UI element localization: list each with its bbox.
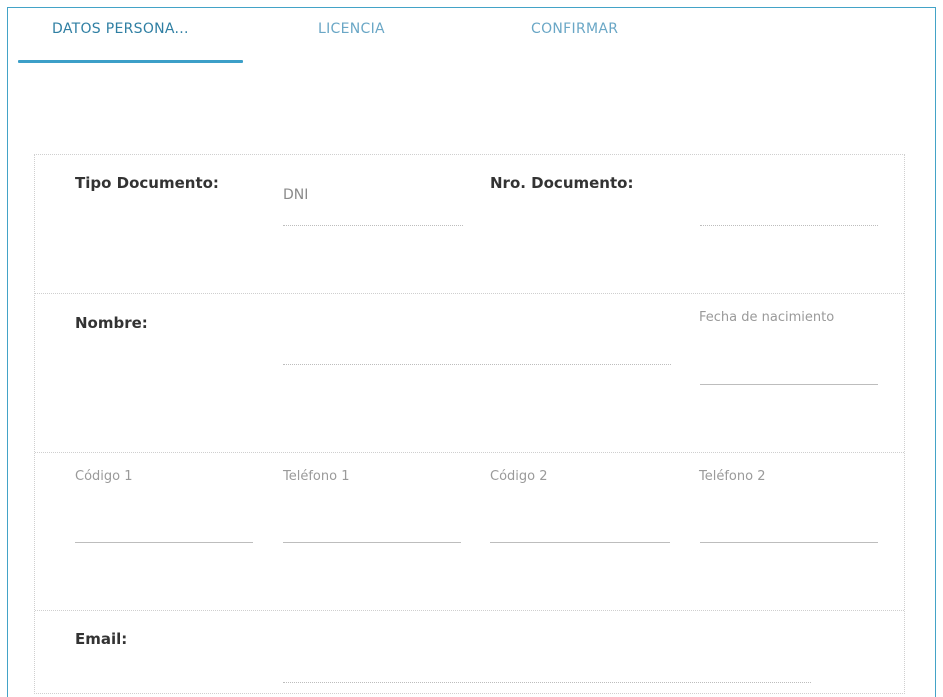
- tab-confirmar[interactable]: CONFIRMAR: [531, 21, 618, 37]
- codigo1-underline: [75, 542, 253, 543]
- telefono2-underline: [700, 542, 878, 543]
- telefono1-label: Teléfono 1: [283, 469, 350, 484]
- row-divider: [35, 610, 904, 611]
- email-underline: [283, 682, 811, 683]
- nro-documento-label: Nro. Documento:: [490, 174, 634, 192]
- telefono1-input[interactable]: [283, 518, 461, 540]
- row-divider: [35, 293, 904, 294]
- codigo2-underline: [490, 542, 670, 543]
- tipo-documento-label: Tipo Documento:: [75, 174, 219, 192]
- nombre-underline: [283, 364, 671, 365]
- nombre-input[interactable]: [283, 340, 671, 362]
- nro-documento-input[interactable]: [700, 200, 878, 222]
- tipo-documento-underline: [283, 225, 463, 226]
- tab-datos-personales[interactable]: DATOS PERSONA...: [52, 21, 189, 37]
- nombre-label: Nombre:: [75, 314, 148, 332]
- row-divider: [35, 452, 904, 453]
- codigo1-input[interactable]: [75, 518, 253, 540]
- email-label: Email:: [75, 630, 128, 648]
- codigo2-input[interactable]: [490, 518, 670, 540]
- fecha-nacimiento-input[interactable]: [700, 360, 878, 382]
- fecha-nacimiento-label: Fecha de nacimiento: [699, 310, 835, 325]
- personal-data-card: [34, 154, 905, 694]
- codigo2-label: Código 2: [490, 469, 548, 484]
- nro-documento-underline: [700, 225, 878, 226]
- telefono1-underline: [283, 542, 461, 543]
- fecha-nacimiento-underline: [700, 384, 878, 385]
- email-input[interactable]: [283, 658, 811, 680]
- active-tab-indicator: [18, 60, 243, 63]
- tipo-documento-select[interactable]: DNI: [283, 187, 308, 203]
- telefono2-label: Teléfono 2: [699, 469, 766, 484]
- telefono2-input[interactable]: [700, 518, 878, 540]
- codigo1-label: Código 1: [75, 469, 133, 484]
- tab-licencia[interactable]: LICENCIA: [318, 21, 385, 37]
